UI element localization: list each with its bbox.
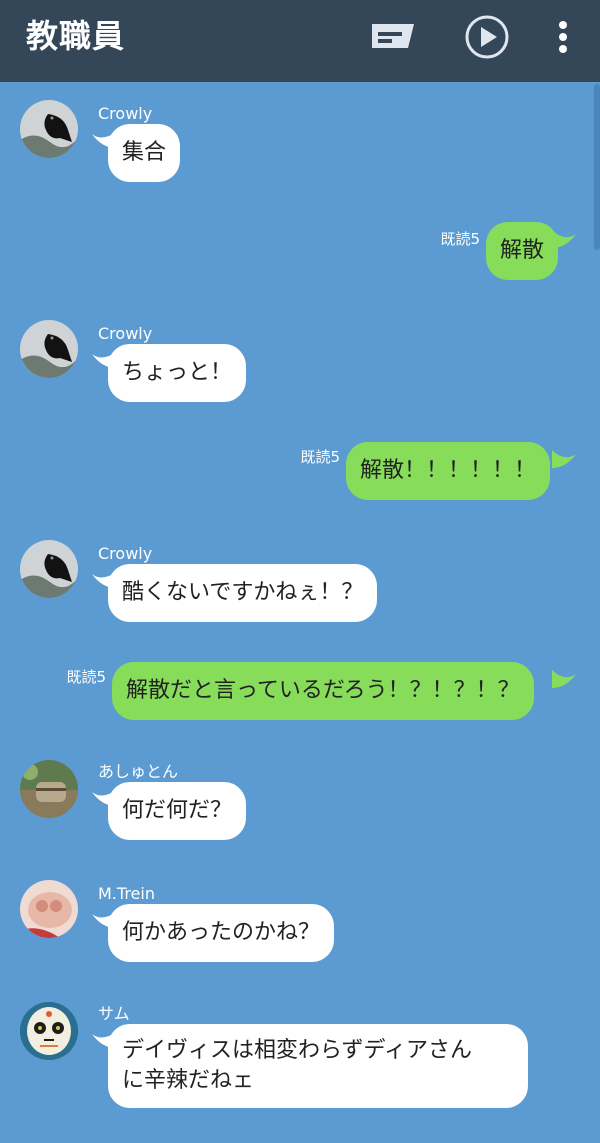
sender-name: M.Trein — [98, 884, 155, 903]
message-bubble[interactable]: 酷くないですかねぇ！？ — [108, 564, 378, 622]
read-receipt: 既読5 — [300, 448, 340, 466]
avatar-crowly[interactable] — [20, 540, 78, 598]
notes-icon[interactable] — [370, 22, 416, 50]
avatar-crowly[interactable] — [20, 100, 78, 158]
message-bubble[interactable]: 何かあったのかね？ — [108, 904, 335, 962]
message-bubble[interactable]: 解散！！！！！！ — [346, 442, 551, 500]
scrollbar[interactable] — [594, 84, 600, 250]
message-bubble[interactable]: デイヴィスは相変わらずディアさん に辛辣だねェ — [108, 1024, 528, 1108]
message-bubble[interactable]: 何だ何だ？ — [108, 782, 247, 840]
avatar-mtrein[interactable] — [20, 880, 78, 938]
sender-name: Crowly — [98, 324, 153, 343]
message-bubble[interactable]: 解散 — [486, 222, 559, 280]
sender-name: あしゅとん — [98, 762, 179, 781]
avatar-sam[interactable] — [20, 1002, 78, 1060]
bubble-tail — [552, 450, 576, 468]
chat-title: 教職員 — [26, 17, 126, 55]
sender-name: サム — [98, 1004, 130, 1023]
read-receipt: 既読5 — [66, 668, 106, 686]
message-bubble[interactable]: ちょっと！ — [108, 344, 247, 402]
play-icon[interactable] — [464, 14, 510, 60]
avatar-ashuton[interactable] — [20, 760, 78, 818]
sender-name: Crowly — [98, 104, 153, 123]
message-bubble[interactable]: 集合 — [108, 124, 181, 182]
avatar-crowly[interactable] — [20, 320, 78, 378]
read-receipt: 既読5 — [440, 230, 480, 248]
bubble-tail — [552, 670, 576, 688]
message-bubble[interactable]: 解散だと言っているだろう！？！？！？ — [112, 662, 534, 720]
chat-header: 教職員 — [0, 0, 600, 82]
more-vert-icon[interactable] — [556, 20, 570, 54]
sender-name: Crowly — [98, 544, 153, 563]
